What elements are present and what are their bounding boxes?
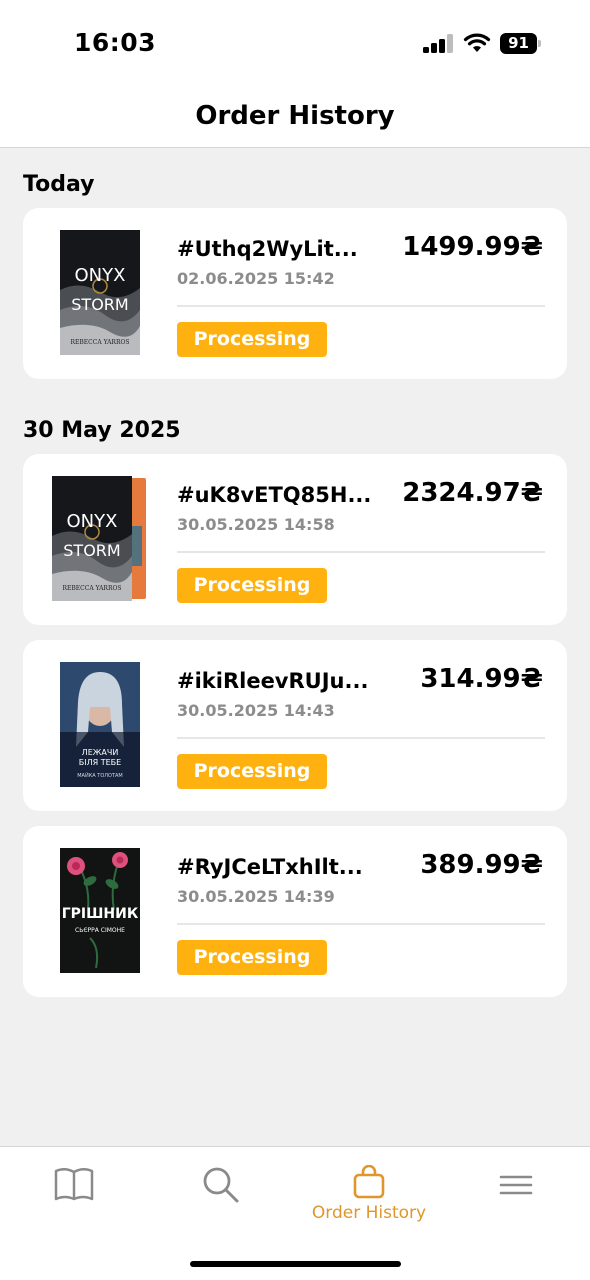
cover-title-1: ГРІШНИК [62,906,139,922]
order-price: 2324.97₴ [402,478,543,508]
order-id: #RyJCeLTxhIlt... [177,855,363,879]
order-id: #uK8vETQ85H... [177,483,372,507]
section-title-date: 30 May 2025 [23,418,181,443]
cover-title-1: ЛЕЖАЧИ [82,748,119,757]
order-date: 30.05.2025 14:58 [177,515,335,534]
divider [177,737,545,739]
order-card[interactable]: ГРІШНИК СЬЄРРА СІМОНЕ #RyJCeLTxhIlt... 3… [23,826,567,997]
wifi-icon [463,33,491,52]
status-badge: Processing [177,754,327,789]
order-id: #Uthq2WyLit... [177,237,358,261]
order-price: 314.99₴ [420,664,543,694]
order-card[interactable]: ONYX STORM REBECCA YARROS #Uthq2WyLit...… [23,208,567,379]
order-date: 30.05.2025 14:39 [177,887,335,906]
book-icon [54,1168,94,1201]
status-badge: Processing [177,568,327,603]
battery-level: 91 [500,33,537,54]
tab-menu[interactable] [451,1165,581,1235]
cover-author: REBECCA YARROS [70,339,129,346]
cover-title-2: СЬЄРРА СІМОНЕ [75,927,125,934]
cover-title-2: STORM [71,295,128,314]
top-bar: 16:03 91 Order History [0,0,590,148]
section-title-today: Today [23,172,95,197]
menu-icon [499,1175,533,1195]
status-badge: Processing [177,322,327,357]
order-card[interactable]: ЛЕЖАЧИ БІЛЯ ТЕБЕ МАЙКА ТОЛОТАМ #ikiRleev… [23,640,567,811]
book-cover-image: ГРІШНИК СЬЄРРА СІМОНЕ [60,848,140,973]
divider [177,305,545,307]
cover-title-2: БІЛЯ ТЕБЕ [79,758,121,767]
book-cover-image: ЛЕЖАЧИ БІЛЯ ТЕБЕ МАЙКА ТОЛОТАМ [60,662,140,787]
order-card[interactable]: ONYX STORM REBECCA YARROS #uK8vETQ85H...… [23,454,567,625]
order-id: #ikiRleevRUJu... [177,669,369,693]
cover-author: REBECCA YARROS [62,585,121,592]
battery-icon: 91 [500,33,542,54]
home-indicator [190,1261,401,1267]
divider [177,923,545,925]
cellular-signal-icon [423,33,453,53]
search-icon [203,1167,239,1203]
order-price: 1499.99₴ [402,232,543,262]
book-cover-image: ONYX STORM REBECCA YARROS [52,476,148,601]
tab-order-history[interactable]: Order History [304,1165,434,1235]
page-title: Order History [195,101,395,131]
order-date: 02.06.2025 15:42 [177,269,335,288]
tab-search[interactable] [156,1165,286,1235]
book-cover-image: ONYX STORM REBECCA YARROS [60,230,140,355]
tab-label: Order History [311,1203,427,1223]
status-time: 16:03 [74,28,157,57]
cover-author: МАЙКА ТОЛОТАМ [77,772,123,779]
status-badge: Processing [177,940,327,975]
tab-catalog[interactable] [9,1165,139,1235]
tab-bar: Order History [0,1146,590,1280]
divider [177,551,545,553]
order-date: 30.05.2025 14:43 [177,701,335,720]
cover-title-1: ONYX [75,265,126,286]
shopping-bag-icon [353,1165,385,1199]
cover-title-1: ONYX [67,511,118,532]
order-price: 389.99₴ [420,850,543,880]
cover-title-2: STORM [63,541,120,560]
